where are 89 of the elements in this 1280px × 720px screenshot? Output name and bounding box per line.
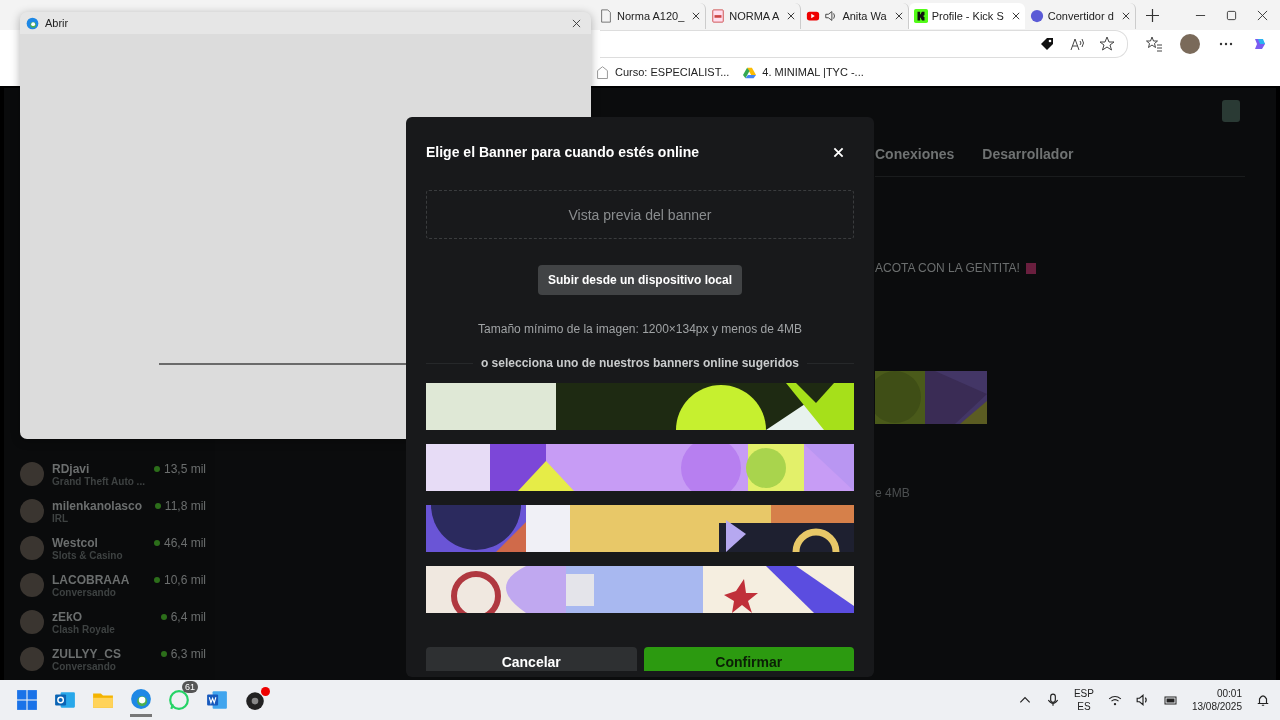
banner-preview: Vista previa del banner xyxy=(426,190,854,239)
window-title: Abrir xyxy=(45,17,70,29)
viewer-count: 13,5 mil xyxy=(163,461,206,476)
close-icon[interactable] xyxy=(1257,9,1268,21)
tab-title: Anita Wa xyxy=(842,10,887,22)
tab-title: Norma A120_ xyxy=(617,10,685,22)
battery-icon[interactable] xyxy=(1163,693,1178,707)
pdf-icon xyxy=(711,9,726,23)
avatar xyxy=(20,536,44,560)
play-icon xyxy=(806,9,821,23)
browser-tab[interactable]: NORMA A xyxy=(706,3,802,29)
bookmark-label: Curso: ESPECIALIST... xyxy=(615,66,730,78)
clock[interactable]: 00:01 13/08/2025 xyxy=(1191,687,1242,713)
browser-tab[interactable]: Convertidor d xyxy=(1024,3,1136,29)
confirm-button[interactable]: Confirmar xyxy=(643,647,854,671)
viewer-count: 6,4 mil xyxy=(170,609,206,624)
close-icon[interactable] xyxy=(1011,12,1020,20)
k-logo-icon xyxy=(913,9,928,23)
channel-name: zEkO xyxy=(52,609,83,624)
alert-dot xyxy=(261,687,270,696)
channel-name: RDjavi xyxy=(52,461,91,476)
bell-icon[interactable] xyxy=(1256,693,1270,707)
bookmark[interactable]: 4. MINIMAL |TYC -... xyxy=(743,65,864,79)
close-icon[interactable] xyxy=(894,12,903,20)
settings-tab[interactable]: Desarrollador xyxy=(982,146,1074,164)
close-icon[interactable] xyxy=(787,12,796,20)
triangle-icon xyxy=(743,65,757,79)
live-dot xyxy=(153,576,160,583)
divider-label: o selecciona uno de nuestros banners online sugeridos xyxy=(472,356,808,370)
live-dot xyxy=(153,539,160,546)
tag-icon[interactable] xyxy=(1039,36,1055,52)
tab-title: Profile - Kick S xyxy=(931,10,1004,22)
bookmark[interactable]: Curso: ESPECIALIST... xyxy=(596,65,730,79)
close-icon[interactable] xyxy=(692,12,701,20)
avatar[interactable] xyxy=(1180,34,1200,54)
channel-name: Westcol xyxy=(52,535,99,550)
upload-hint: e 4MB xyxy=(875,486,910,500)
avatar xyxy=(20,462,44,486)
viewer-count: 10,6 mil xyxy=(163,572,206,587)
browser-tab[interactable]: Profile - Kick S xyxy=(908,3,1025,29)
viewer-count: 6,3 mil xyxy=(170,646,206,661)
new-tab-icon[interactable] xyxy=(1145,8,1159,22)
document-icon xyxy=(599,9,613,23)
avatar xyxy=(20,499,44,523)
avatar xyxy=(20,647,44,671)
bookmark-label: 4. MINIMAL |TYC -... xyxy=(762,66,864,78)
language-indicator[interactable]: ESP ES xyxy=(1073,687,1094,713)
star-icon[interactable] xyxy=(1099,36,1115,52)
document-icon[interactable] xyxy=(206,689,228,711)
banner-drawing[interactable] xyxy=(426,383,854,430)
windows-icon[interactable] xyxy=(16,689,38,711)
live-dot xyxy=(154,502,161,509)
upload-button[interactable]: Subir desde un dispositivo local xyxy=(538,265,742,295)
read-aloud-icon[interactable] xyxy=(1069,36,1085,52)
copilot-icon[interactable] xyxy=(1252,36,1268,52)
channel-name: ZULLYY_CS xyxy=(52,646,122,661)
favorites-icon[interactable] xyxy=(1146,36,1162,52)
live-dot xyxy=(153,465,160,472)
banner-drawing[interactable] xyxy=(426,505,854,552)
live-dot xyxy=(160,650,167,657)
channel-name: LACOBRAAA xyxy=(52,572,131,587)
cancel-button[interactable]: Cancelar xyxy=(426,647,637,671)
settings-tab[interactable]: Conexiones xyxy=(875,146,955,164)
maximize-icon[interactable] xyxy=(1226,9,1237,21)
emoji-icon xyxy=(1025,262,1036,274)
mail-icon[interactable] xyxy=(54,689,76,711)
chat-icon[interactable] xyxy=(168,689,190,711)
speaker-icon[interactable] xyxy=(1135,693,1150,707)
close-icon[interactable] xyxy=(1121,12,1130,20)
viewer-count: 46,4 mil xyxy=(163,535,206,550)
dialog-title: Elige el Banner para cuando estés online xyxy=(426,144,700,160)
bio-text: ACOTA CON LA GENTITA! xyxy=(875,261,1020,275)
wifi-icon[interactable] xyxy=(1107,693,1122,707)
browser-icon xyxy=(26,16,39,30)
avatar xyxy=(20,573,44,597)
tab-title: NORMA A xyxy=(729,10,780,22)
microphone-icon[interactable] xyxy=(1045,693,1060,707)
browser-icon[interactable] xyxy=(130,687,152,710)
tab-title: Convertidor d xyxy=(1047,10,1114,22)
avatar xyxy=(20,610,44,634)
notification-badge: 61 xyxy=(182,681,198,693)
channel-name: milenkanolasco xyxy=(52,498,144,513)
browser-tab[interactable]: Anita Wa xyxy=(801,3,909,29)
live-dot xyxy=(160,613,167,620)
close-icon[interactable] xyxy=(572,18,581,28)
browser-tab[interactable]: Norma A120_ xyxy=(594,3,707,29)
size-hint: Tamaño mínimo de la imagen: 1200×134px y menos de 4MB xyxy=(478,322,802,336)
record-icon[interactable] xyxy=(244,689,266,711)
viewer-count: 11,8 mil xyxy=(164,498,206,513)
